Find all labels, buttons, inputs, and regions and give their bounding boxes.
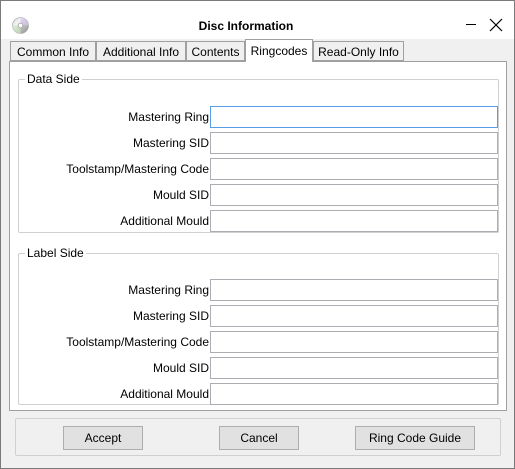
data-side-group: Data Side Mastering Ring Mastering SID T… — [18, 72, 499, 233]
close-button[interactable] — [485, 15, 507, 35]
label-mould-sid-label: Mould SID — [152, 361, 209, 375]
tab-additional-info[interactable]: Additional Info — [96, 41, 186, 61]
label-toolstamp-label: Toolstamp/Mastering Code — [66, 335, 209, 349]
tab-contents[interactable]: Contents — [186, 41, 245, 61]
disc-information-window: Disc Information Common Info Additional … — [0, 0, 515, 469]
data-mastering-ring-input[interactable] — [210, 106, 498, 128]
label-mould-sid-input[interactable] — [210, 357, 498, 379]
tab-ringcodes[interactable]: Ringcodes — [245, 39, 313, 62]
minimize-icon — [466, 24, 476, 25]
cancel-button[interactable]: Cancel — [219, 426, 299, 450]
tab-read-only-info[interactable]: Read-Only Info — [313, 41, 404, 61]
data-additional-mould-label: Additional Mould — [120, 214, 209, 228]
data-side-legend: Data Side — [27, 72, 80, 86]
ring-code-guide-button[interactable]: Ring Code Guide — [355, 426, 475, 450]
ringcodes-panel: Data Side Mastering Ring Mastering SID T… — [9, 61, 507, 411]
data-mastering-sid-label: Mastering SID — [132, 136, 209, 150]
label-side-group: Label Side Mastering Ring Mastering SID … — [18, 246, 499, 405]
data-toolstamp-input[interactable] — [210, 158, 498, 180]
button-bar: Accept Cancel Ring Code Guide — [15, 418, 501, 456]
label-toolstamp-input[interactable] — [210, 331, 498, 353]
window-title: Disc Information — [198, 19, 294, 33]
close-icon — [489, 18, 503, 32]
data-mastering-sid-input[interactable] — [210, 132, 498, 154]
data-mould-sid-label: Mould SID — [152, 188, 209, 202]
title-bar: Disc Information — [1, 1, 514, 39]
tab-common-info[interactable]: Common Info — [10, 41, 96, 61]
data-mastering-ring-label: Mastering Ring — [128, 110, 209, 124]
data-mould-sid-input[interactable] — [210, 184, 498, 206]
label-mastering-sid-label: Mastering SID — [132, 309, 209, 323]
label-mastering-sid-input[interactable] — [210, 305, 498, 327]
bottom-edge — [1, 463, 514, 468]
label-side-legend: Label Side — [27, 246, 84, 260]
label-additional-mould-input[interactable] — [210, 383, 498, 405]
label-mastering-ring-label: Mastering Ring — [128, 283, 209, 297]
accept-button[interactable]: Accept — [63, 426, 143, 450]
data-additional-mould-input[interactable] — [210, 210, 498, 232]
label-mastering-ring-input[interactable] — [210, 279, 498, 301]
minimize-button[interactable] — [460, 15, 482, 35]
data-toolstamp-label: Toolstamp/Mastering Code — [66, 162, 209, 176]
label-additional-mould-label: Additional Mould — [120, 387, 209, 401]
